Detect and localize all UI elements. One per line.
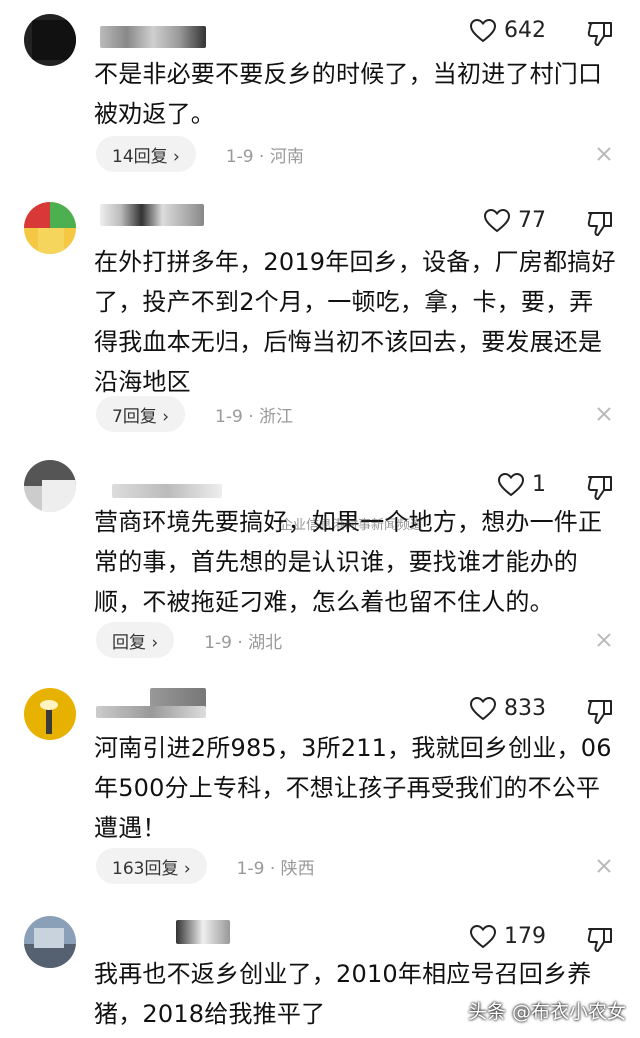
overlay-watermark: 企业信息港时事新闻频道: [280, 518, 424, 533]
source-watermark: 头条 @布衣小农女: [467, 1001, 626, 1023]
close-icon[interactable]: [596, 858, 612, 874]
comment-text: 在外打拼多年，2019年回乡，设备，厂房都搞好了，投产不到2个月，一顿吃，拿，卡…: [94, 248, 616, 396]
avatar[interactable]: [24, 460, 76, 512]
comment-item: 77 在外打拼多年，2019年回乡，设备，厂房都搞好了，投产不到2个月，一顿吃，…: [0, 190, 640, 450]
heart-outline-icon: [498, 472, 524, 496]
like-button[interactable]: 642: [470, 18, 546, 43]
thumbs-down-icon[interactable]: [586, 474, 614, 502]
reply-count-button[interactable]: 7回复 ›: [96, 396, 186, 432]
like-button[interactable]: 1: [498, 472, 546, 497]
comment-meta-row: 回复 › 1-9 · 湖北: [96, 622, 282, 658]
comment-item: 642 不是非必要不要反乡的时候了，当初进了村门口被劝返了。 14回复 › 1-…: [0, 0, 640, 190]
avatar[interactable]: [24, 14, 76, 66]
heart-outline-icon: [484, 208, 510, 232]
heart-outline-icon: [470, 18, 496, 42]
avatar[interactable]: [24, 202, 76, 254]
thumbs-down-icon[interactable]: [586, 926, 614, 954]
thumbs-down-icon[interactable]: [586, 210, 614, 238]
heart-outline-icon: [470, 696, 496, 720]
like-count: 642: [504, 18, 546, 43]
like-count: 833: [504, 696, 546, 721]
thumbs-down-icon[interactable]: [586, 20, 614, 48]
like-button[interactable]: 833: [470, 696, 546, 721]
comment-meta-row: 163回复 › 1-9 · 陕西: [96, 848, 315, 884]
avatar[interactable]: [24, 916, 76, 968]
username-blurred[interactable]: [100, 204, 204, 226]
like-button[interactable]: 77: [484, 208, 546, 233]
comment-text: 不是非必要不要反乡的时候了，当初进了村门口被劝返了。: [94, 60, 603, 128]
like-count: 179: [504, 924, 546, 949]
username-blurred[interactable]: [176, 920, 230, 944]
heart-outline-icon: [470, 924, 496, 948]
like-count: 1: [532, 472, 546, 497]
comment-date-location: 1-9 · 陕西: [236, 858, 315, 879]
reply-count-button[interactable]: 14回复 ›: [96, 136, 196, 172]
like-count: 77: [518, 208, 546, 233]
username-blurred[interactable]: [100, 26, 206, 48]
reply-count-button[interactable]: 163回复 ›: [96, 848, 207, 884]
comment-date-location: 1-9 · 浙江: [215, 406, 294, 427]
comment-date-location: 1-9 · 湖北: [204, 632, 283, 653]
comment-meta-row: 7回复 › 1-9 · 浙江: [96, 396, 293, 432]
like-button[interactable]: 179: [470, 924, 546, 949]
username-blurred[interactable]: [112, 484, 222, 498]
avatar[interactable]: [24, 688, 76, 740]
comment-item: 833 河南引进2所985，3所211，我就回乡创业，06年500分上专科，不想…: [0, 678, 640, 906]
username-blurred[interactable]: [96, 706, 206, 718]
comment-meta-row: 14回复 › 1-9 · 河南: [96, 136, 304, 172]
comment-text: 河南引进2所985，3所211，我就回乡创业，06年500分上专科，不想让孩子再…: [94, 734, 612, 842]
close-icon[interactable]: [596, 146, 612, 162]
comment-item: 1 营商环境先要搞好，如果一个地方，想办一件正常的事，首先想的是认识谁，要找谁才…: [0, 450, 640, 678]
close-icon[interactable]: [596, 632, 612, 648]
close-icon[interactable]: [596, 406, 612, 422]
reply-count-button[interactable]: 回复 ›: [96, 622, 175, 658]
thumbs-down-icon[interactable]: [586, 698, 614, 726]
comment-date-location: 1-9 · 河南: [225, 146, 304, 167]
